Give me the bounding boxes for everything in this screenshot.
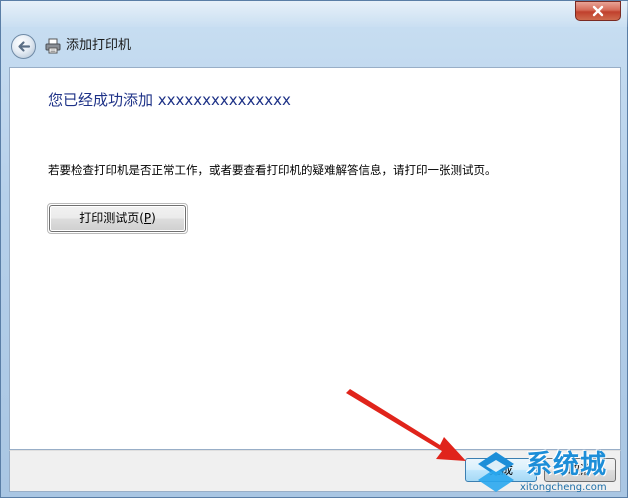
close-icon bbox=[592, 5, 604, 17]
watermark-logo-icon bbox=[478, 452, 514, 492]
close-button[interactable] bbox=[575, 1, 621, 21]
window-frame: 添加打印机 您已经成功添加 xxxxxxxxxxxxxxx 若要检查打印机是否正… bbox=[0, 0, 628, 498]
title-bar bbox=[1, 1, 628, 27]
watermark-brand: 系统城 bbox=[526, 450, 608, 480]
info-text: 若要检查打印机是否正常工作，或者要查看打印机的疑难解答信息，请打印一张测试页。 bbox=[48, 163, 497, 177]
print-test-page-label: 打印测试页( bbox=[79, 211, 144, 225]
window-title: 添加打印机 bbox=[66, 38, 132, 53]
page-title: 您已经成功添加 xxxxxxxxxxxxxxx bbox=[48, 91, 291, 109]
watermark: 系统城 xitongcheng.com bbox=[474, 448, 628, 498]
back-arrow-icon bbox=[18, 41, 31, 52]
content-area: 您已经成功添加 xxxxxxxxxxxxxxx 若要检查打印机是否正常工作，或者… bbox=[9, 67, 621, 450]
print-test-page-button[interactable]: 打印测试页(P) bbox=[47, 203, 188, 234]
back-button[interactable] bbox=[11, 34, 36, 59]
print-test-page-label-end: ) bbox=[151, 211, 156, 225]
annotation-arrow bbox=[346, 389, 466, 461]
printer-icon bbox=[45, 38, 61, 54]
watermark-url: xitongcheng.com bbox=[520, 482, 607, 493]
